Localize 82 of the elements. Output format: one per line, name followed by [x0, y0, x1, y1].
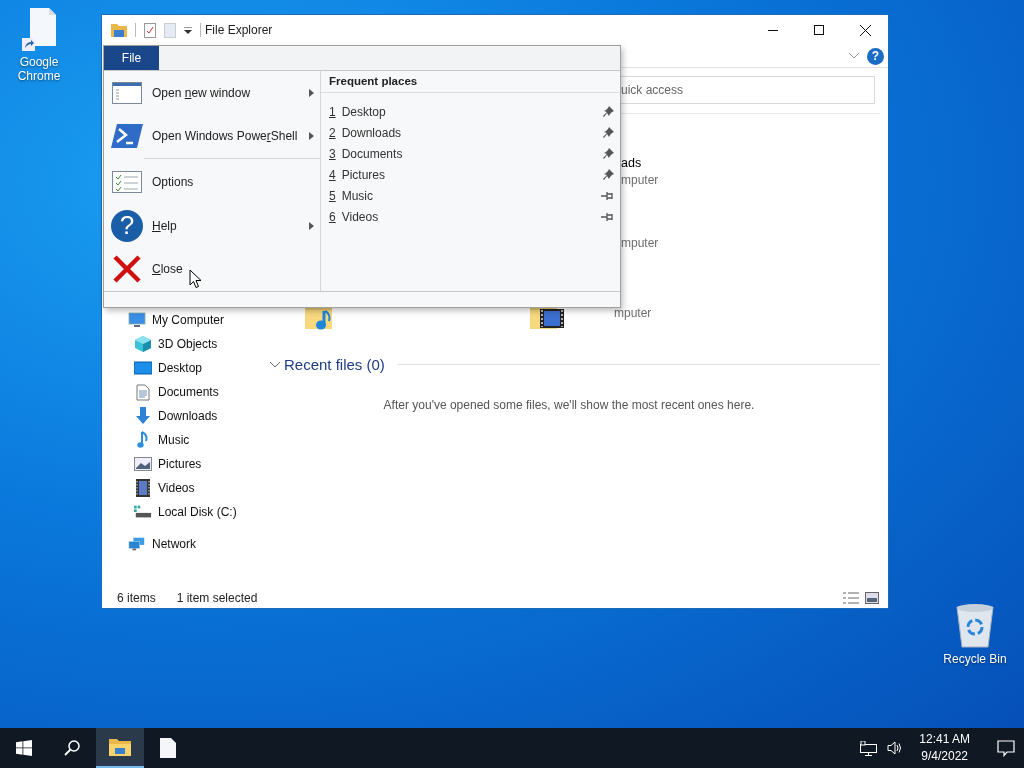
- film-icon: [136, 479, 150, 497]
- nav-item[interactable]: Local Disk (C:): [102, 500, 262, 524]
- caret-icon: [309, 221, 314, 230]
- search-icon: [64, 740, 80, 756]
- empty-message: After you've opened some files, we'll show the most recent ones here.: [382, 398, 756, 412]
- nav-item[interactable]: My Computer: [102, 308, 262, 332]
- desktop-icon-label: Google Chrome: [16, 55, 62, 83]
- menu-item[interactable]: Options: [104, 160, 320, 204]
- menu-item[interactable]: Open new window: [104, 71, 320, 115]
- folder-location: mputer: [621, 172, 660, 189]
- maximize-icon: [814, 25, 824, 35]
- chevron-down-icon[interactable]: [849, 53, 859, 59]
- place-item[interactable]: 6 Videos: [321, 206, 620, 227]
- menu-item[interactable]: Open Windows PowerShell: [104, 114, 320, 159]
- folder-name: ads: [621, 155, 643, 172]
- place-item[interactable]: 2 Downloads: [321, 122, 620, 143]
- file-tab[interactable]: File: [104, 46, 159, 70]
- minimize-icon: [768, 29, 778, 31]
- pin-icon[interactable]: [601, 191, 614, 200]
- picture-icon: [134, 457, 152, 471]
- cube-icon: [134, 335, 152, 353]
- nav-item[interactable]: Videos: [102, 476, 262, 500]
- place-item[interactable]: 4 Pictures: [321, 164, 620, 185]
- drive-icon: [134, 505, 152, 519]
- checkmark-page-icon[interactable]: [144, 22, 156, 38]
- nav-item[interactable]: Desktop: [102, 356, 262, 380]
- close-x-icon: [113, 255, 141, 284]
- caret-icon: [309, 132, 314, 141]
- close-icon: [859, 24, 871, 36]
- nav-item[interactable]: Downloads: [102, 404, 262, 428]
- blank-file-icon: [160, 738, 176, 758]
- shortcut-file-icon[interactable]: [22, 8, 56, 52]
- cursor-icon: [189, 269, 202, 289]
- help-icon: ?: [111, 209, 143, 242]
- pin-icon[interactable]: [601, 212, 614, 221]
- desktop-icon-label: Recycle Bin: [943, 652, 1007, 666]
- window-title: File Explorer: [205, 23, 274, 37]
- section-heading[interactable]: Recent files (0): [284, 356, 385, 373]
- menu-item[interactable]: ? Help: [104, 203, 320, 248]
- caret-icon: [309, 88, 314, 97]
- folder-icon: [109, 738, 131, 756]
- speaker-icon[interactable]: [887, 741, 904, 755]
- help-button[interactable]: ?: [867, 47, 884, 65]
- nav-item[interactable]: Music: [102, 428, 262, 452]
- status-text: 6 items: [117, 590, 156, 605]
- place-item[interactable]: 1 Desktop: [321, 101, 620, 122]
- pin-icon[interactable]: [603, 169, 614, 180]
- taskbar-app[interactable]: [96, 728, 144, 768]
- notification-icon[interactable]: [997, 739, 1015, 757]
- music-note-icon: [137, 431, 149, 449]
- chevron-icon[interactable]: [270, 359, 280, 370]
- terminal-icon: [111, 124, 143, 149]
- pin-icon[interactable]: [603, 106, 614, 117]
- download-arrow-icon: [135, 407, 151, 425]
- folder-location: mputer: [614, 306, 652, 320]
- nav-item[interactable]: Network: [102, 532, 262, 556]
- clock-time[interactable]: 12:41 AM: [919, 731, 970, 748]
- network-icon: [128, 536, 146, 552]
- status-text: 1 item selected: [176, 590, 258, 605]
- recycle-bin-icon[interactable]: [955, 603, 995, 649]
- large-icons-view-icon[interactable]: [865, 591, 879, 604]
- pin-icon[interactable]: [603, 148, 614, 159]
- nav-item[interactable]: Documents: [102, 380, 262, 404]
- place-item[interactable]: 3 Documents: [321, 143, 620, 164]
- document-icon: [136, 383, 150, 401]
- nav-item[interactable]: Pictures: [102, 452, 262, 476]
- clock-date[interactable]: 9/4/2022: [921, 748, 968, 765]
- network-icon[interactable]: [860, 740, 878, 756]
- monitor-icon: [134, 360, 152, 376]
- folder-icon[interactable]: [111, 23, 127, 37]
- dropdown-icon[interactable]: [184, 26, 192, 34]
- window-icon: [112, 81, 142, 104]
- section-heading: Frequent places: [321, 71, 620, 93]
- windows-logo-icon: [16, 740, 32, 756]
- place-item[interactable]: 5 Music: [321, 185, 620, 206]
- folder-location: mputer: [621, 236, 659, 250]
- menu-item[interactable]: Close: [104, 247, 320, 292]
- pin-icon[interactable]: [603, 127, 614, 138]
- computer-icon: [128, 312, 146, 328]
- nav-item[interactable]: 3D Objects: [102, 332, 262, 356]
- checklist-icon: [112, 171, 142, 193]
- search-field[interactable]: uick access: [621, 76, 875, 104]
